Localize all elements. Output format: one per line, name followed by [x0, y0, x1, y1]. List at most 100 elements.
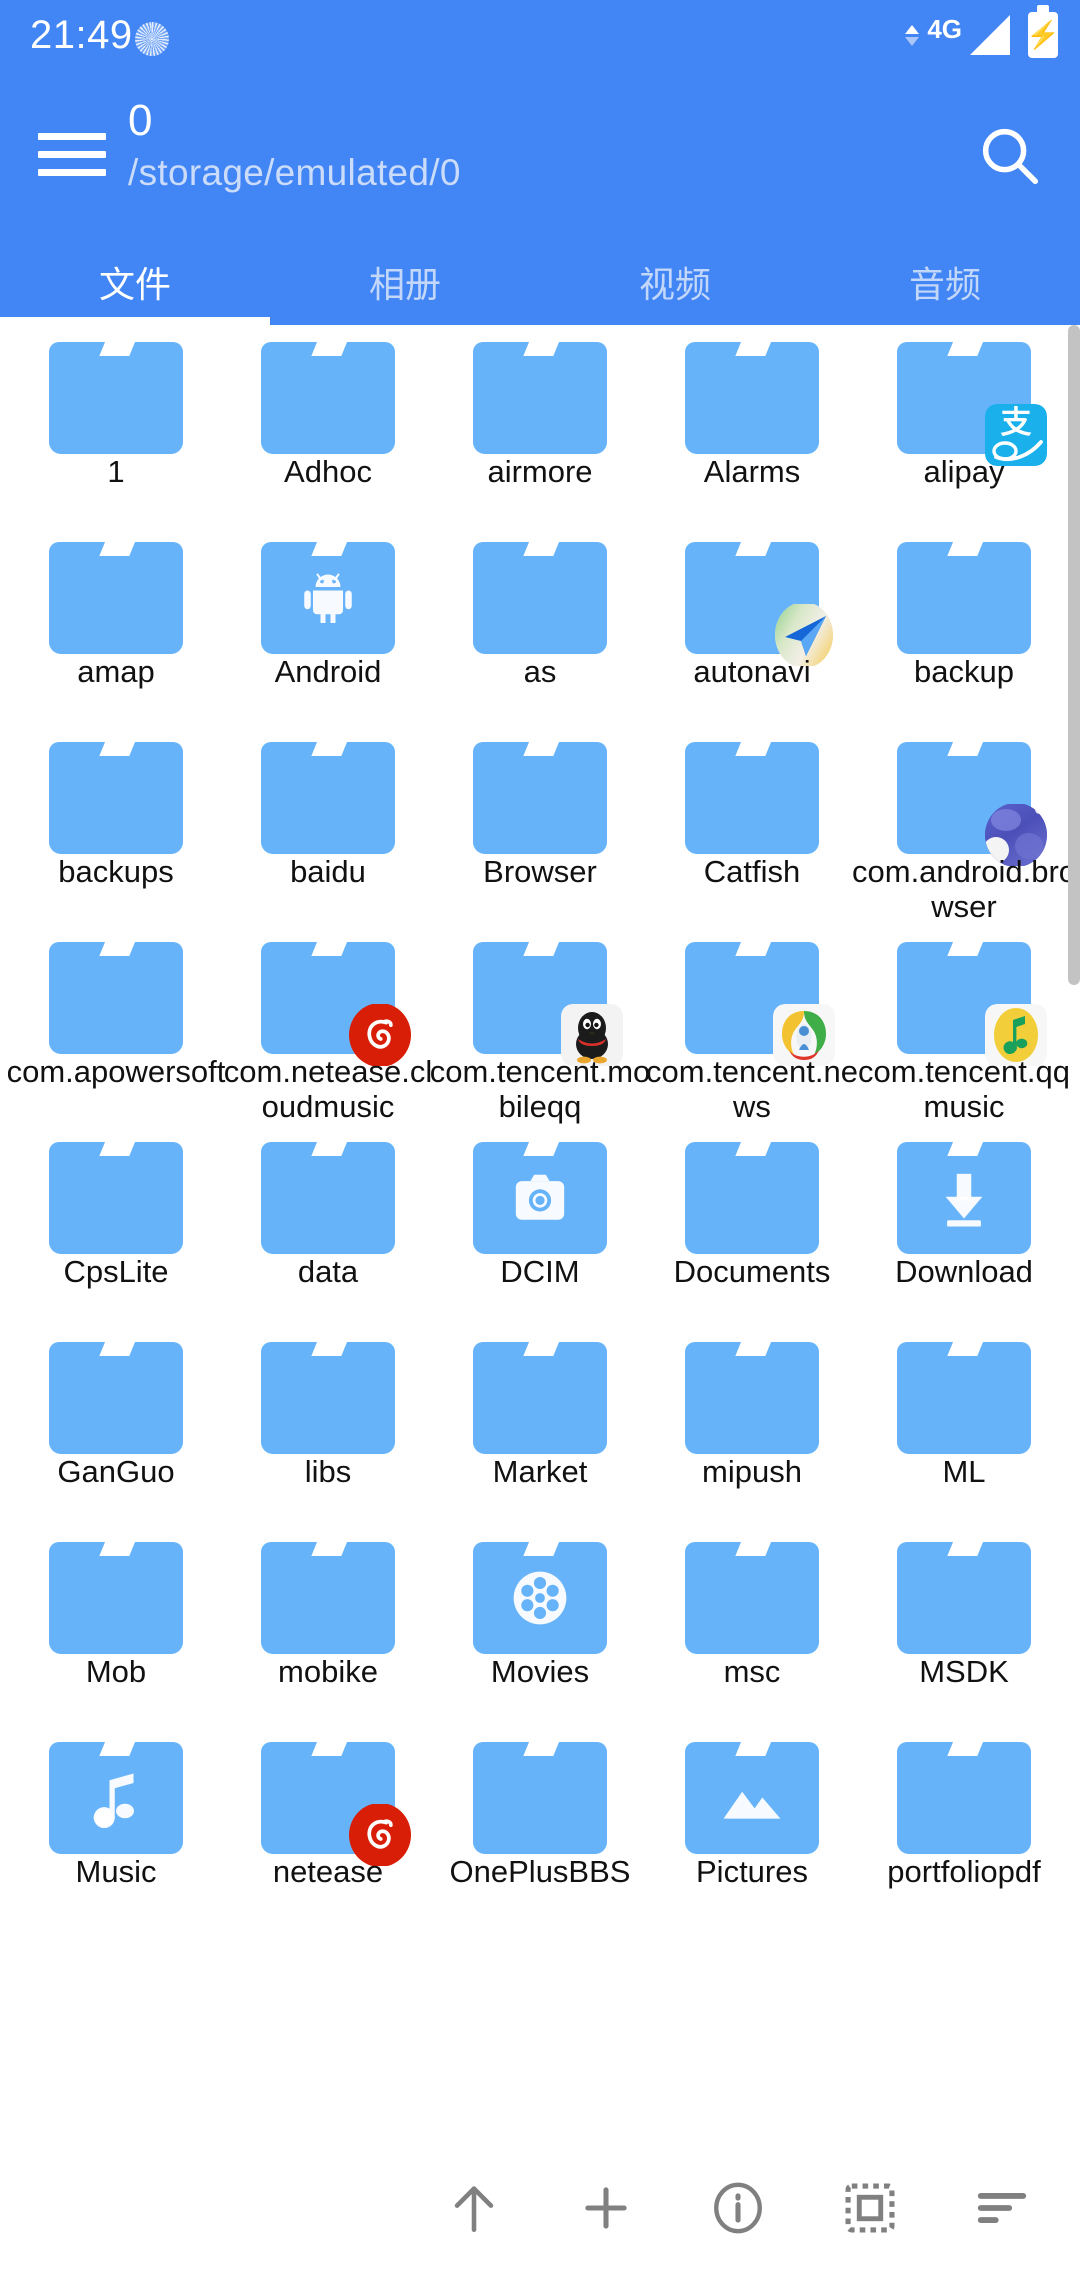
file-grid-container[interactable]: 1 Adhoc airmore Alarms 支 alipay amap Android…	[0, 325, 1080, 2140]
file-grid-item[interactable]: Pictures	[646, 1725, 858, 1925]
file-grid-item[interactable]: backup	[858, 525, 1070, 725]
tab-bar[interactable]: 文件 相册 视频 音频	[0, 242, 1080, 325]
folder-icon	[473, 1142, 607, 1254]
file-grid[interactable]: 1 Adhoc airmore Alarms 支 alipay amap Android…	[0, 325, 1080, 1925]
file-grid-item[interactable]: Movies	[434, 1525, 646, 1725]
file-name-label: Download	[895, 1254, 1033, 1289]
page-title: 0	[128, 96, 153, 145]
status-bar-clock: 21:49	[30, 13, 133, 57]
scrollbar-thumb[interactable]	[1068, 325, 1080, 985]
search-icon[interactable]	[974, 120, 1044, 190]
file-grid-item[interactable]: Adhoc	[222, 325, 434, 525]
file-grid-item[interactable]: ML	[858, 1325, 1070, 1525]
folder-icon	[49, 742, 183, 854]
file-grid-item[interactable]: data	[222, 1125, 434, 1325]
sort-icon	[973, 2179, 1031, 2242]
new-item-button[interactable]	[558, 2162, 654, 2258]
file-grid-item[interactable]: MSDK	[858, 1525, 1070, 1725]
folder-icon	[897, 742, 1047, 866]
file-grid-item[interactable]: com.android.browser	[852, 725, 1076, 925]
file-grid-item[interactable]: mipush	[646, 1325, 858, 1525]
file-grid-item[interactable]: com.tencent.news	[646, 925, 858, 1125]
file-grid-item[interactable]: backups	[10, 725, 222, 925]
file-grid-item[interactable]: DCIM	[434, 1125, 646, 1325]
parent-directory-button[interactable]	[426, 2162, 522, 2258]
file-grid-item[interactable]: libs	[222, 1325, 434, 1525]
file-grid-item[interactable]: msc	[646, 1525, 858, 1725]
hamburger-menu-icon[interactable]	[38, 126, 106, 182]
folder-icon	[49, 1342, 183, 1454]
file-name-label: mobike	[278, 1654, 378, 1689]
file-grid-item[interactable]: as	[434, 525, 646, 725]
file-grid-item[interactable]: portfoliopdf	[858, 1725, 1070, 1925]
file-grid-item[interactable]: com.tencent.mobileqq	[430, 925, 650, 1125]
folder-icon	[473, 742, 607, 854]
file-grid-item[interactable]: CpsLite	[10, 1125, 222, 1325]
tab-label: 相册	[368, 264, 441, 305]
folder-icon	[49, 1142, 183, 1254]
select-all-button[interactable]	[822, 2162, 918, 2258]
file-grid-item[interactable]: 1	[10, 325, 222, 525]
data-transfer-arrows-icon	[905, 24, 920, 46]
file-grid-item[interactable]: com.apowersoft	[7, 925, 225, 1125]
file-name-label: Catfish	[703, 854, 801, 889]
arrow-up-icon	[445, 2179, 503, 2242]
file-grid-item[interactable]: 支 alipay	[858, 325, 1070, 525]
tab-label: 音频	[908, 264, 981, 305]
tab-2[interactable]: 视频	[540, 242, 810, 325]
file-grid-item[interactable]: Music	[10, 1725, 222, 1925]
folder-icon	[897, 942, 1047, 1066]
bottom-toolbar[interactable]	[0, 2140, 1080, 2280]
file-grid-item[interactable]: com.netease.cloudmusic	[222, 925, 434, 1125]
folder-icon	[685, 1542, 819, 1654]
tab-1[interactable]: 相册	[270, 242, 540, 325]
folder-icon	[685, 1142, 819, 1254]
sort-button[interactable]	[954, 2162, 1050, 2258]
file-name-label: Documents	[673, 1254, 831, 1289]
file-name-label: Alarms	[703, 454, 801, 489]
folder-icon	[49, 542, 183, 654]
folder-icon	[261, 1142, 395, 1254]
file-grid-item[interactable]: Download	[858, 1125, 1070, 1325]
file-grid-item[interactable]: baidu	[222, 725, 434, 925]
file-name-label: mipush	[702, 1454, 802, 1489]
file-grid-item[interactable]: com.tencent.qqmusic	[858, 925, 1070, 1125]
file-grid-item[interactable]: GanGuo	[10, 1325, 222, 1525]
file-grid-item[interactable]: OnePlusBBS	[434, 1725, 646, 1925]
file-name-label: backups	[58, 854, 174, 889]
file-grid-item[interactable]: Alarms	[646, 325, 858, 525]
status-bar-icons: 4G ⚡	[905, 5, 1060, 58]
file-name-label: Android	[274, 654, 382, 689]
folder-icon	[685, 1742, 819, 1854]
file-grid-item[interactable]: Browser	[434, 725, 646, 925]
folder-icon	[473, 1542, 607, 1654]
tab-label: 视频	[638, 264, 711, 305]
file-name-label: Music	[75, 1854, 157, 1889]
folder-icon	[261, 1342, 395, 1454]
tab-0[interactable]: 文件	[0, 242, 270, 325]
file-name-label: GanGuo	[57, 1454, 175, 1489]
file-grid-item[interactable]: amap	[10, 525, 222, 725]
file-grid-item[interactable]: Documents	[646, 1125, 858, 1325]
file-grid-item[interactable]: Android	[222, 525, 434, 725]
info-button[interactable]	[690, 2162, 786, 2258]
file-grid-item[interactable]: Catfish	[646, 725, 858, 925]
file-grid-item[interactable]: mobike	[222, 1525, 434, 1725]
tab-3[interactable]: 音频	[810, 242, 1080, 325]
file-grid-item[interactable]: netease	[222, 1725, 434, 1925]
file-grid-item[interactable]: airmore	[434, 325, 646, 525]
file-name-label: Adhoc	[284, 454, 372, 489]
file-name-label: DCIM	[500, 1254, 580, 1289]
scrollbar-track[interactable]	[1068, 325, 1080, 2140]
file-name-label: Market	[492, 1454, 588, 1489]
file-grid-item[interactable]: Mob	[10, 1525, 222, 1725]
file-name-label: com.apowersoft	[6, 1054, 226, 1089]
file-grid-item[interactable]: Market	[434, 1325, 646, 1525]
folder-icon	[261, 1542, 395, 1654]
file-grid-item[interactable]: autonavi	[646, 525, 858, 725]
file-name-label: com.tencent.news	[646, 1054, 858, 1124]
folder-icon	[473, 342, 607, 454]
folder-icon	[49, 1742, 183, 1854]
folder-icon	[49, 342, 183, 454]
file-name-label: autonavi	[693, 654, 811, 689]
